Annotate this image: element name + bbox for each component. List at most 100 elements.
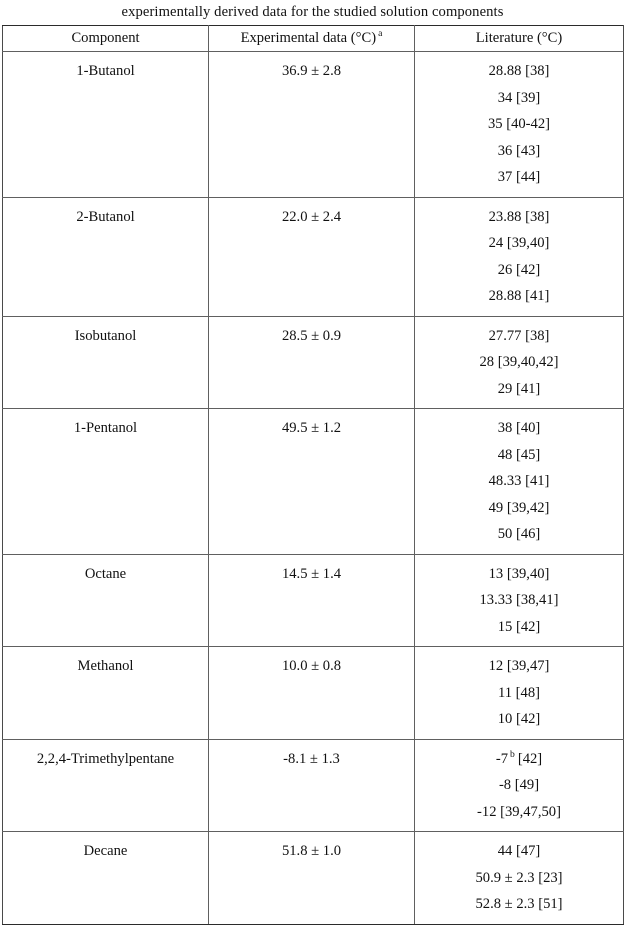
table-row: Octane 14.5 ± 1.4 13 [39,40] 13.33 [38,41] 1… (2, 554, 624, 647)
cell-component: 1-Pentanol (2, 408, 209, 555)
literature-value: 36 [43] (497, 142, 541, 159)
literature-value: -12 [39,47,50] (477, 803, 561, 820)
literature-value: 38 [40] (497, 420, 541, 436)
experimental-value: 14.5 ± 1.4 (281, 565, 342, 582)
literature-value: 50.9 ± 2.3 [23] (475, 869, 563, 886)
table-row: 1-Butanol 36.9 ± 2.8 28.88 [38] 34 [39] 35 [… (2, 51, 624, 198)
component-name: 1-Pentanol (73, 420, 138, 436)
literature-values: 28.88 [38] 34 [39] 35 [40-42] 36 [43] 37 [44… (415, 52, 623, 197)
literature-value: 15 [42] (497, 618, 541, 635)
cell-literature: 27.77 [38] 28 [39,40,42] 29 [41] (414, 316, 624, 409)
component-name: Isobutanol (74, 327, 137, 344)
cell-literature: 28.88 [38] 34 [39] 35 [40-42] 36 [43] 37 [44… (414, 51, 624, 198)
experimental-value: 28.5 ± 0.9 (281, 327, 342, 344)
footnote-marker-b: b (510, 748, 515, 760)
column-header-literature-label: Literature (°C) (475, 30, 563, 46)
footnote-marker-a: a (378, 28, 383, 40)
cell-experimental: 36.9 ± 2.8 (208, 51, 415, 198)
cell-experimental: 28.5 ± 0.9 (208, 316, 415, 409)
literature-value: 50 [46] (497, 526, 541, 542)
cell-literature: 12 [39,47] 11 [48] 10 [42] (414, 646, 624, 740)
table-page: experimentally derived data for the stud… (0, 0, 625, 925)
literature-values: -7 b [42] -8 [49] -12 [39,47,50] (415, 740, 623, 832)
literature-value: 28 [39,40,42] (479, 354, 559, 370)
cell-component: 1-Butanol (2, 51, 209, 198)
literature-values: 44 [47] 50.9 ± 2.3 [23] 52.8 ± 2.3 [51] (415, 832, 623, 924)
cell-experimental: 22.0 ± 2.4 (208, 197, 415, 317)
literature-values: 38 [40] 48 [45] 48.33 [41] 49 [39,42] 50 [46… (415, 409, 623, 554)
component-name: 1-Butanol (76, 63, 135, 79)
cell-experimental: 10.0 ± 0.8 (208, 646, 415, 740)
table-row: 1-Pentanol 49.5 ± 1.2 38 [40] 48 [45] 48.33 … (2, 408, 624, 555)
table-row: Isobutanol 28.5 ± 0.9 27.77 [38] 28 [39,40,… (2, 316, 624, 409)
component-name: 2-Butanol (76, 208, 135, 225)
literature-value-text: -7 (495, 750, 509, 767)
column-header-experimental-label: Experimental data (°C) (240, 30, 377, 46)
literature-value: 29 [41] (497, 380, 541, 397)
cell-component: Decane (2, 831, 209, 925)
literature-value: 26 [42] (497, 261, 541, 278)
cell-literature: -7 b [42] -8 [49] -12 [39,47,50] (414, 739, 624, 832)
cell-component: Octane (2, 554, 209, 647)
cell-experimental: 14.5 ± 1.4 (208, 554, 415, 647)
literature-value: 52.8 ± 2.3 [51] (475, 896, 563, 912)
cell-component: 2,2,4-Trimethylpentane (2, 739, 209, 832)
literature-value: 35 [40-42] (487, 116, 550, 132)
table-row: 2,2,4-Trimethylpentane -8.1 ± 1.3 -7 b [42] -… (2, 739, 624, 832)
experimental-value: 10.0 ± 0.8 (281, 658, 342, 674)
cell-experimental: 51.8 ± 1.0 (208, 831, 415, 925)
cell-literature: 13 [39,40] 13.33 [38,41] 15 [42] (414, 554, 624, 647)
experimental-value: 36.9 ± 2.8 (281, 63, 342, 79)
literature-value: 24 [39,40] (488, 235, 550, 251)
cell-component: Isobutanol (2, 316, 209, 409)
cell-experimental: -8.1 ± 1.3 (208, 739, 415, 832)
literature-value: 23.88 [38] (488, 208, 550, 225)
literature-reference: [42] (517, 750, 543, 767)
literature-value: 28.88 [41] (488, 288, 550, 304)
literature-value: 48 [45] (497, 446, 541, 463)
literature-value: 13 [39,40] (488, 565, 550, 582)
experimental-value: 49.5 ± 1.2 (281, 420, 342, 436)
literature-value: 34 [39] (497, 89, 541, 106)
component-name: 2,2,4-Trimethylpentane (36, 750, 175, 767)
literature-value: 48.33 [41] (488, 473, 550, 489)
column-header-literature: Literature (°C) (414, 25, 624, 52)
table-caption: experimentally derived data for the stud… (121, 4, 504, 20)
column-header-experimental: Experimental data (°C) a (208, 25, 415, 52)
cell-experimental: 49.5 ± 1.2 (208, 408, 415, 555)
column-header-component-label: Component (71, 30, 140, 46)
table-body: 1-Butanol 36.9 ± 2.8 28.88 [38] 34 [39] 35 [… (2, 51, 624, 925)
component-name: Decane (83, 843, 128, 859)
component-name: Octane (84, 565, 127, 582)
literature-values: 12 [39,47] 11 [48] 10 [42] (415, 647, 623, 739)
column-header-component: Component (2, 25, 209, 52)
experimental-value: 22.0 ± 2.4 (281, 208, 342, 225)
literature-value: 13.33 [38,41] (479, 592, 559, 608)
literature-values: 27.77 [38] 28 [39,40,42] 29 [41] (415, 317, 623, 409)
table-header-row: Component Experimental data (°C) a Litera… (2, 25, 624, 52)
literature-values: 13 [39,40] 13.33 [38,41] 15 [42] (415, 555, 623, 647)
literature-value: 12 [39,47] (488, 658, 550, 674)
cell-component: Methanol (2, 646, 209, 740)
cell-literature: 23.88 [38] 24 [39,40] 26 [42] 28.88 [41] (414, 197, 624, 317)
component-name: Methanol (77, 658, 134, 674)
experimental-value: 51.8 ± 1.0 (281, 843, 342, 859)
literature-values: 23.88 [38] 24 [39,40] 26 [42] 28.88 [41] (415, 198, 623, 316)
table-row: Decane 51.8 ± 1.0 44 [47] 50.9 ± 2.3 [23] 52… (2, 831, 624, 925)
literature-value: 49 [39,42] (488, 499, 550, 516)
solution-components-table: Component Experimental data (°C) a Litera… (2, 25, 624, 925)
literature-value: -8 [49] (498, 777, 540, 793)
table-row: Methanol 10.0 ± 0.8 12 [39,47] 11 [48] 10 [4… (2, 646, 624, 740)
cell-literature: 38 [40] 48 [45] 48.33 [41] 49 [39,42] 50 [46… (414, 408, 624, 555)
literature-value: 11 [48] (497, 684, 540, 701)
table-row: 2-Butanol 22.0 ± 2.4 23.88 [38] 24 [39,40] 2… (2, 197, 624, 317)
experimental-value: -8.1 ± 1.3 (283, 750, 340, 767)
literature-value: 27.77 [38] (488, 327, 550, 344)
literature-value: -7 b [42] (415, 746, 623, 773)
cell-component: 2-Butanol (2, 197, 209, 317)
literature-value: 37 [44] (497, 169, 541, 185)
table-header: Component Experimental data (°C) a Litera… (2, 25, 624, 52)
cell-literature: 44 [47] 50.9 ± 2.3 [23] 52.8 ± 2.3 [51] (414, 831, 624, 925)
literature-value: 28.88 [38] (488, 63, 550, 79)
literature-value: 10 [42] (497, 711, 541, 727)
